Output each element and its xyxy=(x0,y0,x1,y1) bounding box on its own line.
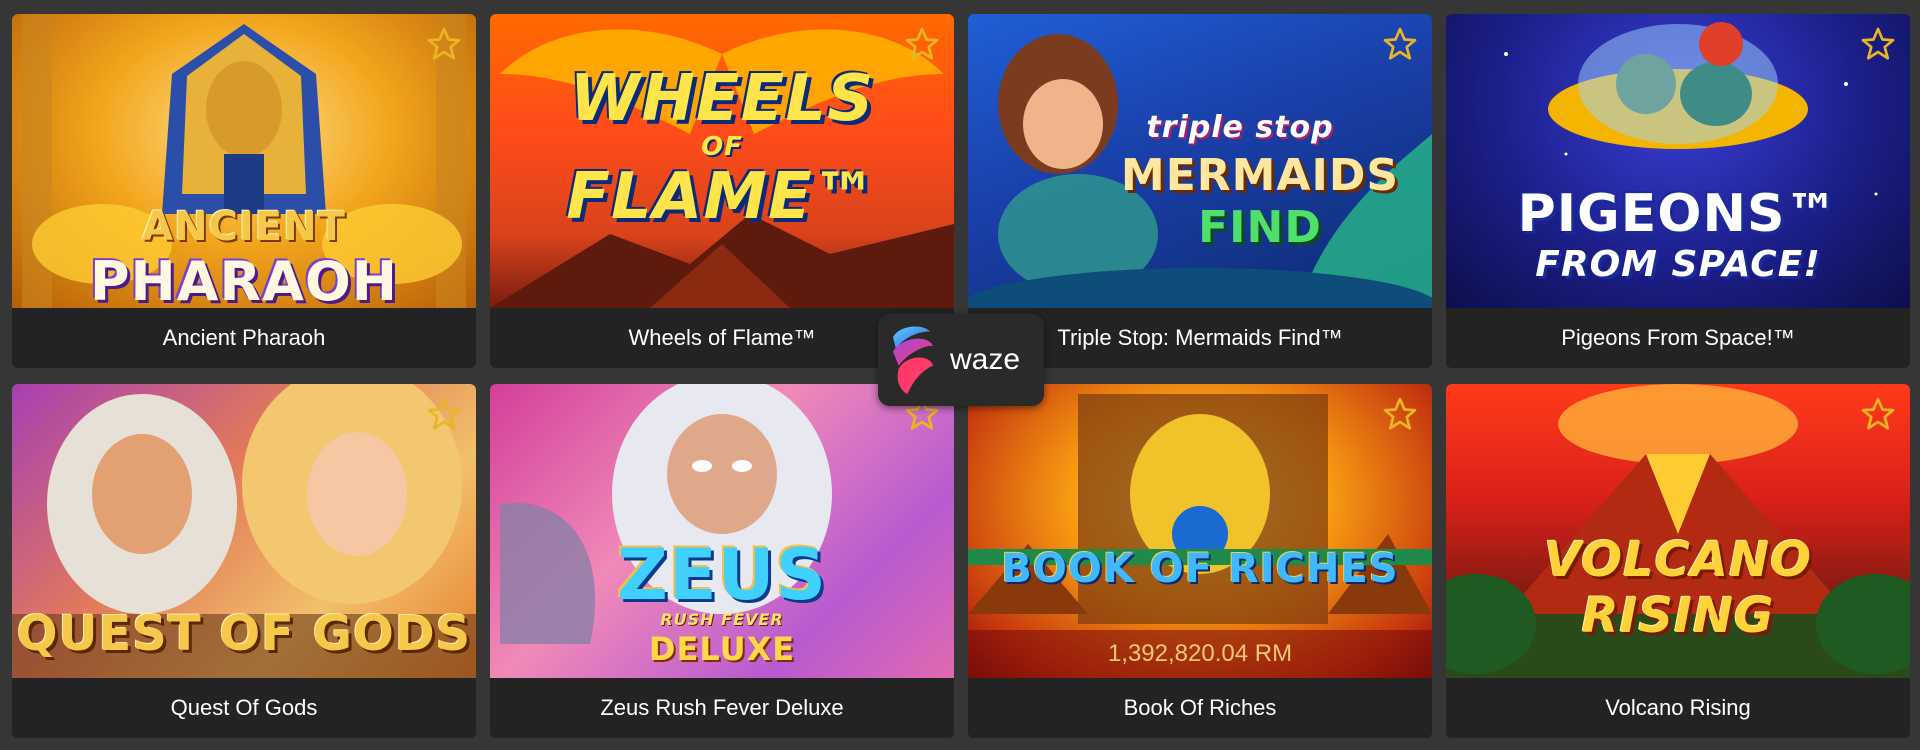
game-logo-line-2: PHARAOH xyxy=(89,250,399,308)
star-outline-icon[interactable] xyxy=(426,396,462,432)
game-logo-line-1: BOOK OF RICHES xyxy=(1001,546,1399,592)
game-thumbnail[interactable]: VOLCANO RISING xyxy=(1446,384,1910,678)
waze-app-logo-icon xyxy=(893,326,933,395)
game-logo-line-3: FLAME™ xyxy=(566,160,878,234)
game-thumbnail[interactable]: ANCIENT PHARAOH xyxy=(12,14,476,308)
game-thumbnail[interactable]: ZEUS RUSH FEVER DELUXE xyxy=(490,384,954,678)
game-logo-line-1: PIGEONS™ xyxy=(1517,184,1839,244)
star-outline-icon[interactable] xyxy=(426,26,462,62)
game-logo-line-2: OF xyxy=(701,132,743,162)
game-logo-line-1: VOLCANO RISING xyxy=(1543,532,1813,644)
star-outline-icon[interactable] xyxy=(1860,26,1896,62)
game-title[interactable]: Book Of Riches xyxy=(968,678,1432,738)
game-thumbnail[interactable]: WHEELS OF FLAME™ xyxy=(490,14,954,308)
game-logo-line-2: RUSH FEVER xyxy=(660,610,784,629)
waze-floating-button[interactable]: waze xyxy=(878,314,1044,406)
star-outline-icon[interactable] xyxy=(904,26,940,62)
game-logo-line-1: WHEELS xyxy=(569,62,875,136)
game-logo-line-1: triple stop xyxy=(1146,110,1334,145)
game-title[interactable]: Quest Of Gods xyxy=(12,678,476,738)
game-thumbnail[interactable]: QUEST OF GODS xyxy=(12,384,476,678)
star-outline-icon[interactable] xyxy=(1860,396,1896,432)
game-card-volcano-rising[interactable]: VOLCANO RISING Volcano Rising xyxy=(1446,384,1910,738)
star-outline-icon[interactable] xyxy=(1382,396,1418,432)
star-outline-icon[interactable] xyxy=(1382,26,1418,62)
game-logo-line-1: ANCIENT xyxy=(142,204,346,250)
game-title[interactable]: Pigeons From Space!™ xyxy=(1446,308,1910,368)
game-title[interactable]: Zeus Rush Fever Deluxe xyxy=(490,678,954,738)
game-thumbnail[interactable]: triple stop MERMAIDS FIND xyxy=(968,14,1432,308)
game-logo-line-1: ZEUS xyxy=(617,534,827,616)
game-title[interactable]: Volcano Rising xyxy=(1446,678,1910,738)
game-logo-line-3: DELUXE xyxy=(648,630,796,668)
game-thumbnail[interactable]: BOOK OF RICHES 1,392,820.04 RM xyxy=(968,384,1432,678)
game-card-quest-of-gods[interactable]: QUEST OF GODS Quest Of Gods xyxy=(12,384,476,738)
game-card-ancient-pharaoh[interactable]: ANCIENT PHARAOH Ancient Pharaoh xyxy=(12,14,476,368)
game-logo-line-1: QUEST OF GODS xyxy=(16,606,472,662)
game-title[interactable]: Ancient Pharaoh xyxy=(12,308,476,368)
game-card-zeus-rush-fever-deluxe[interactable]: ZEUS RUSH FEVER DELUXE Zeus Rush Fever D… xyxy=(490,384,954,738)
game-logo-line-3: FIND xyxy=(1198,202,1322,253)
game-card-pigeons-from-space[interactable]: PIGEONS™ FROM SPACE! Pigeons From Space!… xyxy=(1446,14,1910,368)
waze-label: waze xyxy=(950,343,1021,376)
game-thumbnail[interactable]: PIGEONS™ FROM SPACE! xyxy=(1446,14,1910,308)
jackpot-amount: 1,392,820.04 RM xyxy=(968,630,1432,678)
game-logo-line-2: FROM SPACE! xyxy=(1535,244,1821,285)
game-logo-line-2: MERMAIDS xyxy=(1120,150,1400,201)
game-card-book-of-riches[interactable]: BOOK OF RICHES 1,392,820.04 RM Book Of R… xyxy=(968,384,1432,738)
